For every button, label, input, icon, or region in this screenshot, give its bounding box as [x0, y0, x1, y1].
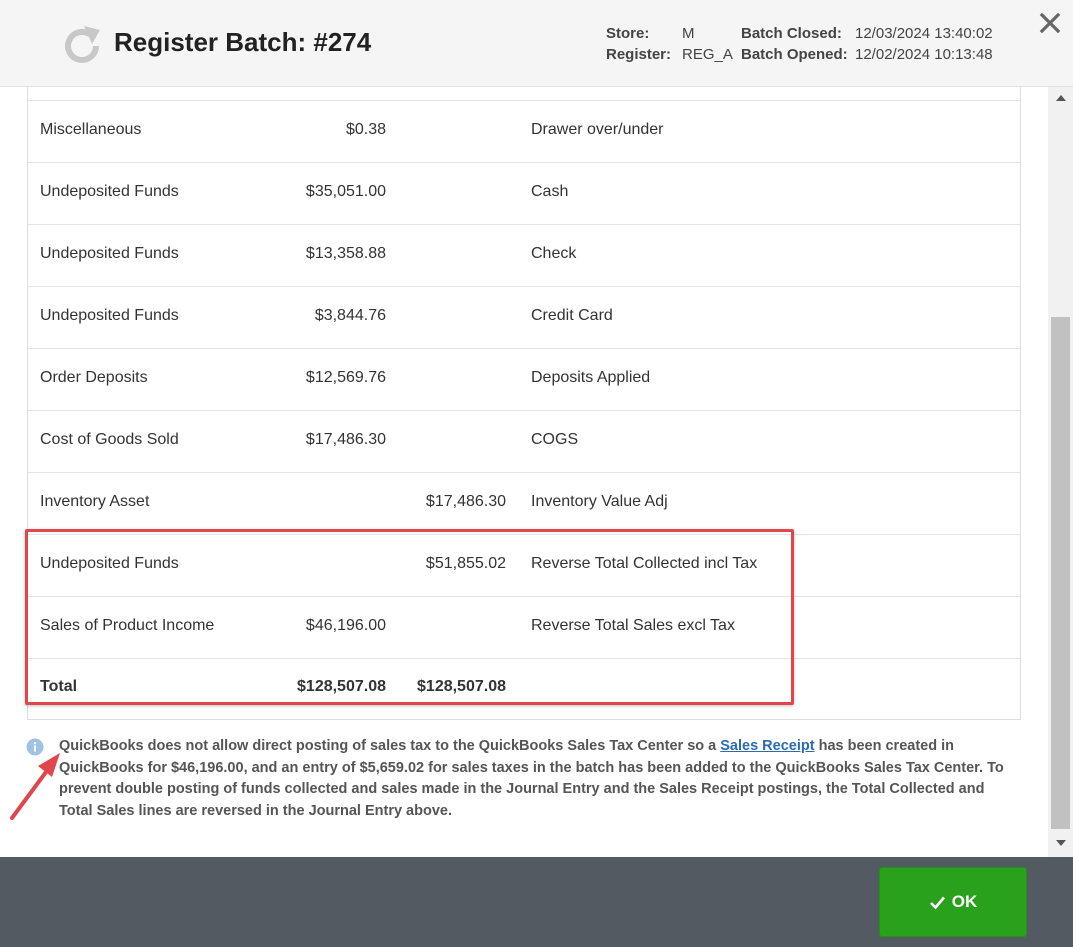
table-row: Undeposited Funds $51,855.02 Reverse Tot…	[28, 535, 1020, 597]
check-icon	[929, 896, 945, 909]
table-row-partial	[28, 87, 1020, 101]
memo-cell: Cash	[531, 183, 569, 200]
account-cell: Inventory Asset	[40, 493, 150, 510]
table-row: Order Deposits $12,569.76 Deposits Appli…	[28, 349, 1020, 411]
table-row: Undeposited Funds $3,844.76 Credit Card	[28, 287, 1020, 349]
account-cell: Undeposited Funds	[40, 307, 179, 324]
note-text-before: QuickBooks does not allow direct posting…	[59, 738, 721, 754]
debit-cell: $46,196.00	[305, 617, 386, 634]
total-label: Total	[40, 678, 78, 695]
memo-cell: Drawer over/under	[531, 121, 664, 138]
meta-values-right: 12/03/2024 13:40:02 12/02/2024 10:13:48	[855, 23, 993, 65]
table-row: Sales of Product Income $46,196.00 Rever…	[28, 597, 1020, 659]
memo-cell: Check	[531, 245, 577, 262]
memo-cell: Deposits Applied	[531, 369, 651, 386]
vertical-scrollbar[interactable]	[1048, 87, 1073, 857]
debit-cell: $35,051.00	[305, 183, 386, 200]
table-row: Undeposited Funds $13,358.88 Check	[28, 225, 1020, 287]
table-row: Cost of Goods Sold $17,486.30 COGS	[28, 411, 1020, 473]
journal-entry-table: Miscellaneous $0.38 Drawer over/under Un…	[27, 87, 1021, 720]
account-cell: Miscellaneous	[40, 121, 142, 138]
total-debit: $128,507.08	[297, 678, 386, 695]
account-cell: Undeposited Funds	[40, 183, 179, 200]
credit-cell: $17,486.30	[425, 493, 506, 510]
account-cell: Undeposited Funds	[40, 555, 179, 572]
table-row: Undeposited Funds $35,051.00 Cash	[28, 163, 1020, 225]
meta-values-left: M REG_A	[682, 23, 733, 65]
debit-cell: $13,358.88	[305, 245, 386, 262]
refresh-icon	[65, 26, 100, 63]
ok-button[interactable]: OK	[879, 867, 1027, 937]
close-icon[interactable]	[1038, 11, 1062, 35]
sales-tax-note: QuickBooks does not allow direct posting…	[59, 736, 1009, 822]
store-label: Store:	[606, 25, 650, 42]
total-credit: $128,507.08	[417, 678, 506, 695]
sales-receipt-link[interactable]: Sales Receipt	[720, 738, 814, 754]
credit-cell: $51,855.02	[425, 555, 506, 572]
dialog-header: Register Batch: #274 Store: Register: M …	[0, 0, 1073, 87]
meta-labels-right: Batch Closed: Batch Opened:	[741, 23, 848, 65]
scrollbar-thumb[interactable]	[1051, 317, 1070, 829]
total-row: Total $128,507.08 $128,507.08	[28, 658, 1020, 720]
scroll-up-arrow-icon[interactable]	[1056, 95, 1066, 101]
memo-cell: Reverse Total Collected incl Tax	[531, 555, 758, 572]
debit-cell: $3,844.76	[314, 307, 386, 324]
account-cell: Cost of Goods Sold	[40, 431, 179, 448]
debit-cell: $12,569.76	[305, 369, 386, 386]
account-cell: Undeposited Funds	[40, 245, 179, 262]
batch-opened-label: Batch Opened:	[741, 46, 848, 63]
batch-closed-label: Batch Closed:	[741, 25, 842, 42]
batch-opened-value: 12/02/2024 10:13:48	[855, 46, 993, 63]
memo-cell: Credit Card	[531, 307, 613, 324]
dialog-footer: OK	[0, 857, 1073, 947]
page-title: Register Batch: #274	[114, 27, 372, 57]
scroll-down-arrow-icon[interactable]	[1056, 840, 1066, 846]
store-value: M	[682, 25, 695, 42]
debit-cell: $0.38	[345, 121, 386, 138]
account-cell: Order Deposits	[40, 369, 148, 386]
memo-cell: Reverse Total Sales excl Tax	[531, 617, 735, 634]
memo-cell: COGS	[531, 431, 579, 448]
info-icon	[26, 738, 44, 756]
debit-cell: $17,486.30	[305, 431, 386, 448]
register-label: Register:	[606, 46, 672, 63]
table-row: Inventory Asset $17,486.30 Inventory Val…	[28, 473, 1020, 535]
table-row: Miscellaneous $0.38 Drawer over/under	[28, 101, 1020, 163]
ok-button-label: OK	[951, 892, 978, 911]
batch-closed-value: 12/03/2024 13:40:02	[855, 25, 993, 42]
dialog-body[interactable]: Miscellaneous $0.38 Drawer over/under Un…	[0, 87, 1073, 857]
memo-cell: Inventory Value Adj	[531, 493, 668, 510]
account-cell: Sales of Product Income	[40, 617, 215, 634]
meta-labels-left: Store: Register:	[606, 23, 671, 65]
register-value: REG_A	[682, 46, 733, 63]
